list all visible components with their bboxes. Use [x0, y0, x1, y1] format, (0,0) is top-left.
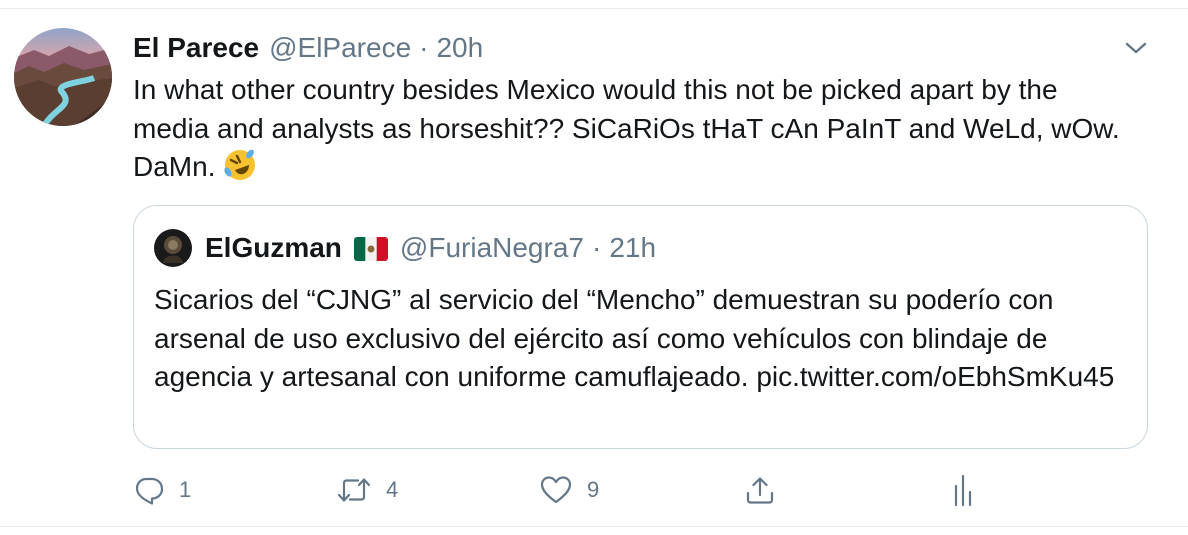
quoted-text: Sicarios del “CJNG” al servicio del “Men…	[154, 284, 1115, 392]
share-button[interactable]	[744, 470, 776, 510]
quoted-separator-dot: ·	[591, 232, 602, 263]
like-button[interactable]: 9	[539, 470, 599, 510]
action-bar: 1 4 9	[133, 470, 1133, 510]
like-count: 9	[587, 477, 600, 502]
top-divider	[0, 0, 1188, 9]
analytics-icon	[947, 472, 979, 508]
chevron-down-icon[interactable]	[1124, 38, 1148, 58]
retweet-button[interactable]: 4	[336, 470, 398, 510]
separator-dot: ·	[419, 32, 429, 63]
reply-icon	[133, 474, 165, 506]
quoted-handle: @FuriaNegra7	[399, 232, 584, 263]
quoted-avatar	[154, 229, 192, 267]
rolling-on-floor-laughing-icon	[223, 148, 257, 182]
mexico-flag-icon	[353, 236, 388, 261]
reply-button[interactable]: 1	[133, 470, 191, 510]
quoted-timestamp: 21h	[609, 232, 657, 263]
tweet-body: In what other country besides Mexico wou…	[133, 74, 1128, 182]
retweet-count: 4	[386, 477, 399, 502]
quoted-tweet[interactable]: ElGuzman @FuriaNegra7 · 21h Sicarios del…	[133, 205, 1148, 449]
avatar[interactable]	[14, 28, 112, 126]
display-name[interactable]: El Parece	[133, 32, 259, 64]
analytics-button[interactable]	[947, 470, 979, 510]
tweet-text: In what other country besides Mexico wou…	[133, 71, 1133, 187]
quoted-tweet-header: ElGuzman @FuriaNegra7 · 21h	[154, 228, 656, 268]
user-handle[interactable]: @ElParece	[269, 32, 411, 64]
retweet-icon	[336, 474, 372, 506]
quoted-display-name: ElGuzman	[205, 232, 342, 263]
share-icon	[744, 474, 776, 506]
timestamp[interactable]: 20h	[436, 32, 483, 64]
reply-count: 1	[179, 477, 192, 502]
heart-icon	[539, 474, 573, 506]
tweet-header: El Parece @ElParece · 20h	[133, 30, 483, 66]
